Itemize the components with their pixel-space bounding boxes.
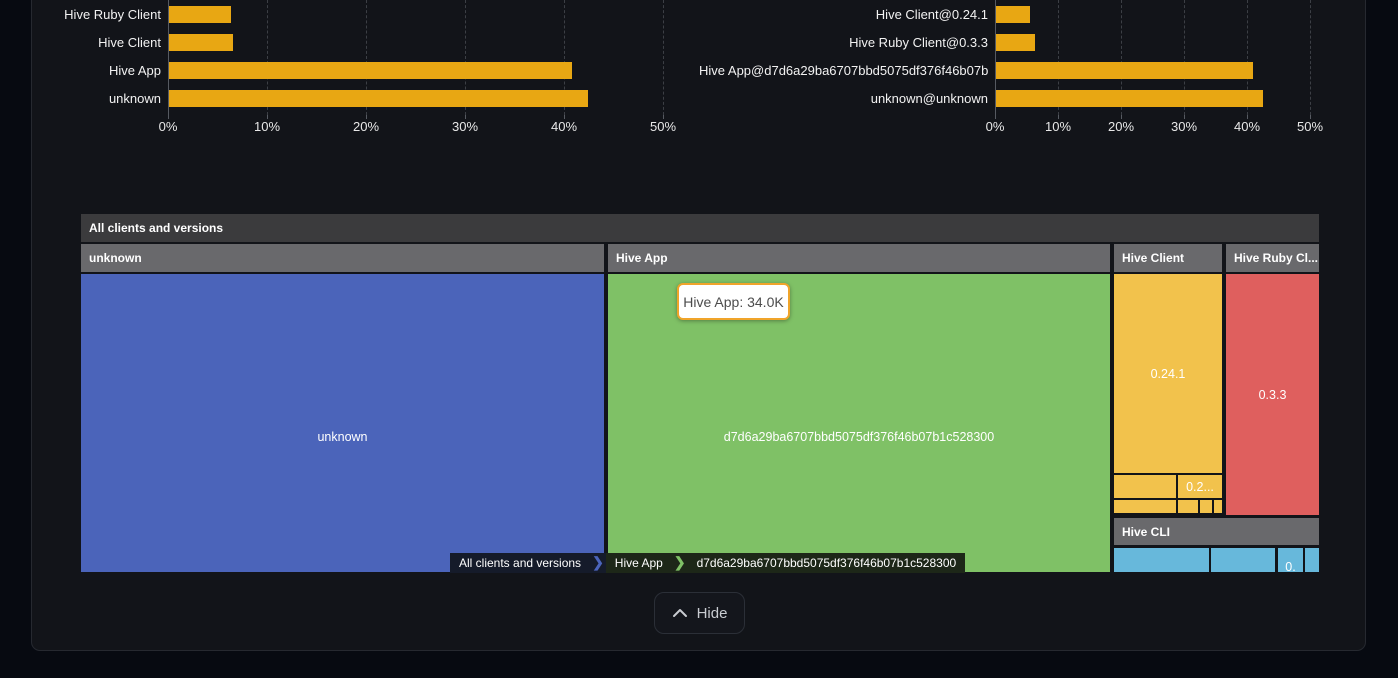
treemap-block-0-23-0[interactable]: 0.23.0 [1211, 548, 1275, 572]
x-tick-label: 0% [965, 119, 1025, 134]
treemap-section-hive-cli[interactable]: Hive CLI [1114, 518, 1319, 545]
x-tick-label: 40% [534, 119, 594, 134]
treemap-block-label: 0. [1285, 548, 1295, 572]
x-tick-label: 30% [435, 119, 495, 134]
x-tick-label: 20% [1091, 119, 1151, 134]
hide-button[interactable]: Hide [654, 592, 745, 634]
treemap-block-unlabeled[interactable] [1178, 500, 1198, 513]
treemap-block-label: 0.3.3 [1259, 388, 1287, 402]
treemap-block-label: d7d6a29ba6707bbd5075df376f46b07b1c528300 [724, 430, 994, 444]
category-label: Hive App [0, 62, 161, 79]
treemap-tooltip: Hive App: 34.0K [677, 283, 790, 320]
treemap-breadcrumb: All clients and versions❯Hive App❯d7d6a2… [450, 553, 965, 573]
bar-hive-ruby-client-0-3-3[interactable] [996, 34, 1035, 51]
treemap-block-0-3-3[interactable]: 0.3.3 [1226, 274, 1319, 515]
treemap-section-unknown[interactable]: unknown [81, 244, 604, 272]
breadcrumb-item-2[interactable]: d7d6a29ba6707bbd5075df376f46b07b1c528300 [688, 553, 966, 573]
x-tick-label: 0% [138, 119, 198, 134]
treemap-block-0-24-1[interactable]: 0.24.1 [1114, 274, 1222, 473]
treemap-block-0-23-0[interactable]: 0.23.0 [1114, 548, 1209, 572]
x-tick-label: 50% [1280, 119, 1340, 134]
treemap-section-hive-ruby-cl-[interactable]: Hive Ruby Cl... [1226, 244, 1319, 272]
x-tick-label: 40% [1217, 119, 1277, 134]
treemap-block-unlabeled[interactable] [1114, 500, 1176, 513]
category-label: Hive Ruby Client [0, 6, 161, 23]
treemap-block-unknown[interactable]: unknown [81, 274, 604, 572]
bar-hive-client-0-24-1[interactable] [996, 6, 1030, 23]
bar-unknown[interactable] [169, 90, 588, 107]
breadcrumb-chevron-icon: ❯ [672, 553, 688, 573]
treemap-block-label: 0.23.0 [1226, 548, 1261, 572]
clients-versions-treemap: All clients and versionsunknownunknownHi… [81, 214, 1319, 572]
category-label: Hive Client [0, 34, 161, 51]
bar-hive-app-d7d6a29ba6707bbd5075df376f46b07b[interactable] [996, 62, 1253, 79]
x-tick-label: 10% [237, 119, 297, 134]
treemap-block-unlabeled[interactable] [1200, 500, 1212, 513]
breadcrumb-chevron-icon: ❯ [590, 553, 606, 573]
chevron-up-icon [672, 608, 688, 618]
treemap-section-hive-app[interactable]: Hive App [608, 244, 1110, 272]
client-versions-share-bar-chart: 0%10%20%30%40%50% Hive Client@0.24.1 Hive … [699, 0, 1398, 140]
treemap-block-0-2-[interactable]: 0.2... [1178, 475, 1222, 498]
gridline [663, 0, 664, 115]
treemap-block-0-[interactable]: 0. [1278, 548, 1303, 572]
gridline [1310, 0, 1311, 115]
breadcrumb-item-1[interactable]: Hive App [606, 553, 672, 573]
treemap-block-label: 0.24.1 [1151, 367, 1186, 381]
bar-hive-app[interactable] [169, 62, 572, 79]
category-label: Hive App@d7d6a29ba6707bbd5075df376f46b07… [699, 62, 988, 79]
x-tick-label: 50% [633, 119, 693, 134]
category-label: unknown@unknown [699, 90, 988, 107]
hide-button-label: Hide [697, 605, 728, 622]
bar-hive-ruby-client[interactable] [169, 6, 231, 23]
x-tick-label: 20% [336, 119, 396, 134]
clients-share-bar-chart: 0% 10% 20% 30% 40% 50% Hive Ruby Client Hive Cl… [0, 0, 699, 140]
treemap-block-label: 0.2... [1186, 480, 1214, 494]
x-tick-label: 30% [1154, 119, 1214, 134]
treemap-block-unlabeled[interactable] [1214, 500, 1222, 513]
category-label: Hive Client@0.24.1 [699, 6, 988, 23]
bar-hive-client[interactable] [169, 34, 233, 51]
bar-unknown-unknown[interactable] [996, 90, 1263, 107]
category-label: unknown [0, 90, 161, 107]
treemap-title[interactable]: All clients and versions [81, 214, 1319, 242]
treemap-block-unlabeled[interactable] [1305, 548, 1319, 572]
treemap-block-label: unknown [317, 430, 367, 444]
treemap-block-unlabeled[interactable] [1114, 475, 1176, 498]
treemap-section-hive-client[interactable]: Hive Client [1114, 244, 1222, 272]
category-label: Hive Ruby Client@0.3.3 [699, 34, 988, 51]
treemap-block-label: 0.23.0 [1144, 548, 1179, 572]
x-tick-label: 10% [1028, 119, 1088, 134]
breadcrumb-item-0[interactable]: All clients and versions [450, 553, 590, 573]
